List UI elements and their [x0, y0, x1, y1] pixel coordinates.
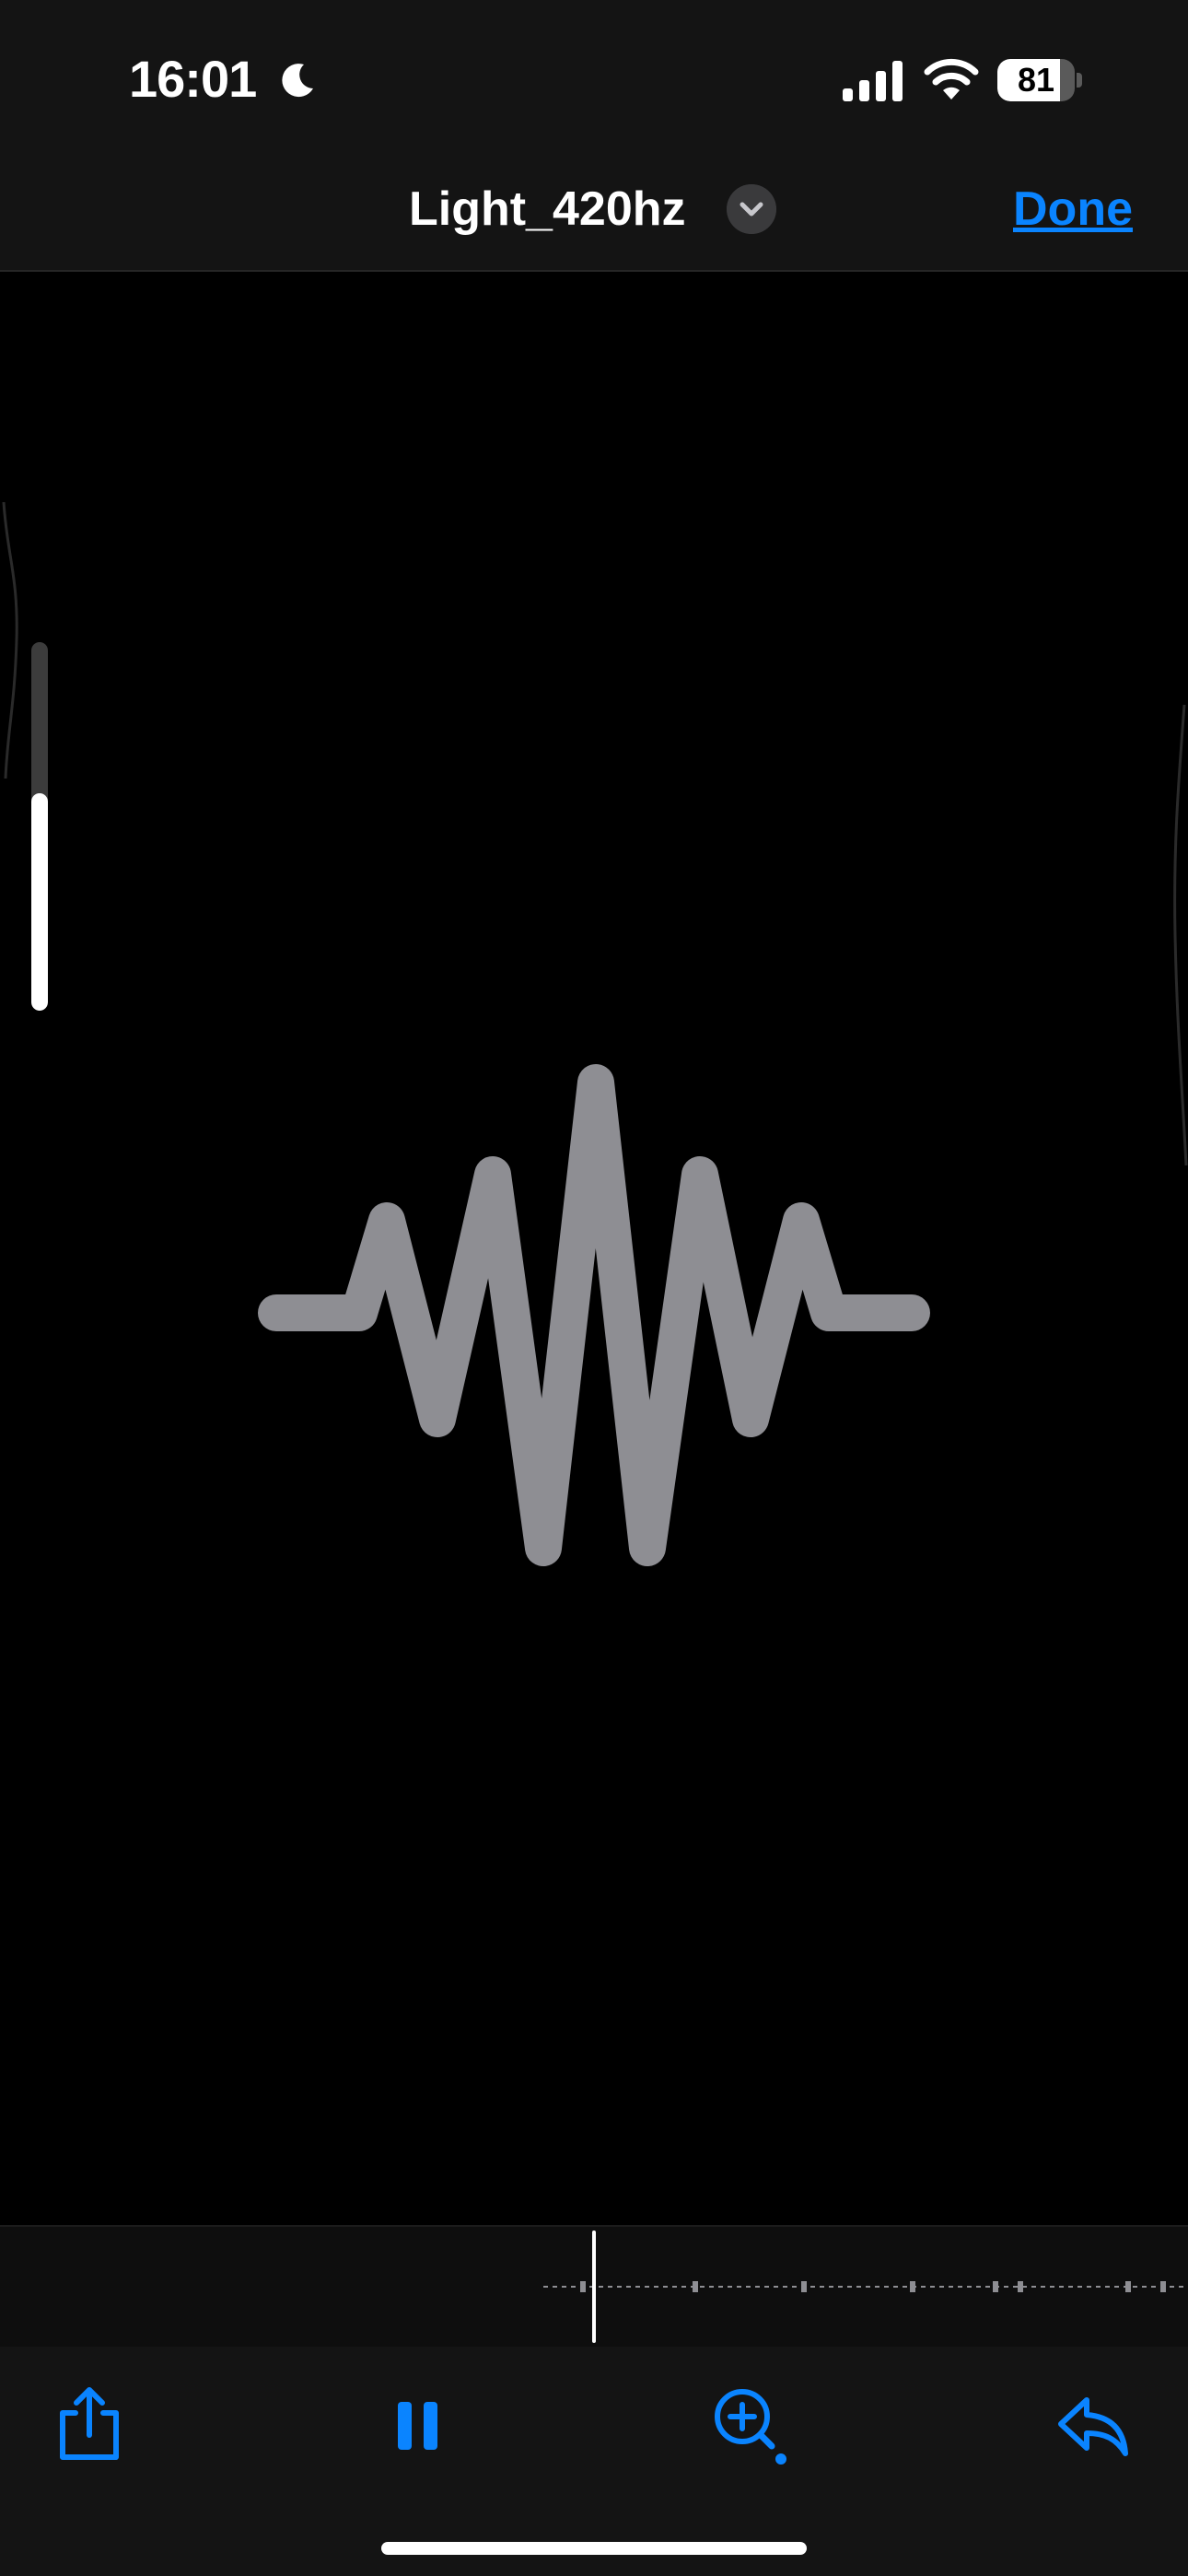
timeline-track [543, 2286, 1188, 2288]
waveform-icon [258, 1064, 930, 1566]
pause-icon[interactable] [376, 2383, 459, 2466]
timeline-tick [993, 2281, 998, 2292]
page-title[interactable]: Light_420hz [409, 177, 686, 241]
moon-icon [282, 64, 313, 98]
status-time: 16:01 [129, 50, 257, 108]
battery-indicator: 81 [997, 59, 1082, 101]
top-bar: 16:01 81 Light_420hz Done [0, 0, 1188, 272]
battery-body: 81 [997, 59, 1075, 101]
playhead[interactable] [592, 2231, 596, 2343]
volume-slider[interactable] [31, 642, 48, 1011]
cellular-signal-icon [843, 61, 903, 101]
battery-percent: 81 [1017, 61, 1055, 99]
audio-preview-area [0, 272, 1188, 2225]
left-edge-decoration [2, 502, 18, 779]
timeline-tick [1018, 2281, 1023, 2292]
wifi-icon [924, 58, 979, 100]
timeline-tick [910, 2281, 915, 2292]
done-button[interactable]: Done [1013, 177, 1133, 241]
timeline-tick [1160, 2281, 1166, 2292]
title-bar: Light_420hz [0, 177, 1188, 241]
timeline-tick [801, 2281, 807, 2292]
reply-icon[interactable] [1052, 2383, 1135, 2466]
volume-slider-fill [31, 793, 48, 1011]
timeline-tick [1125, 2281, 1131, 2292]
timeline-tick [580, 2281, 586, 2292]
battery-cap [1077, 73, 1082, 88]
right-edge-decoration [1173, 705, 1188, 1165]
timeline-tick [693, 2281, 698, 2292]
zoom-in-icon[interactable] [705, 2383, 788, 2466]
timeline-scrubber[interactable] [0, 2225, 1188, 2347]
share-icon[interactable] [48, 2383, 131, 2466]
chevron-down-icon[interactable] [727, 184, 776, 234]
home-indicator[interactable] [381, 2542, 807, 2555]
